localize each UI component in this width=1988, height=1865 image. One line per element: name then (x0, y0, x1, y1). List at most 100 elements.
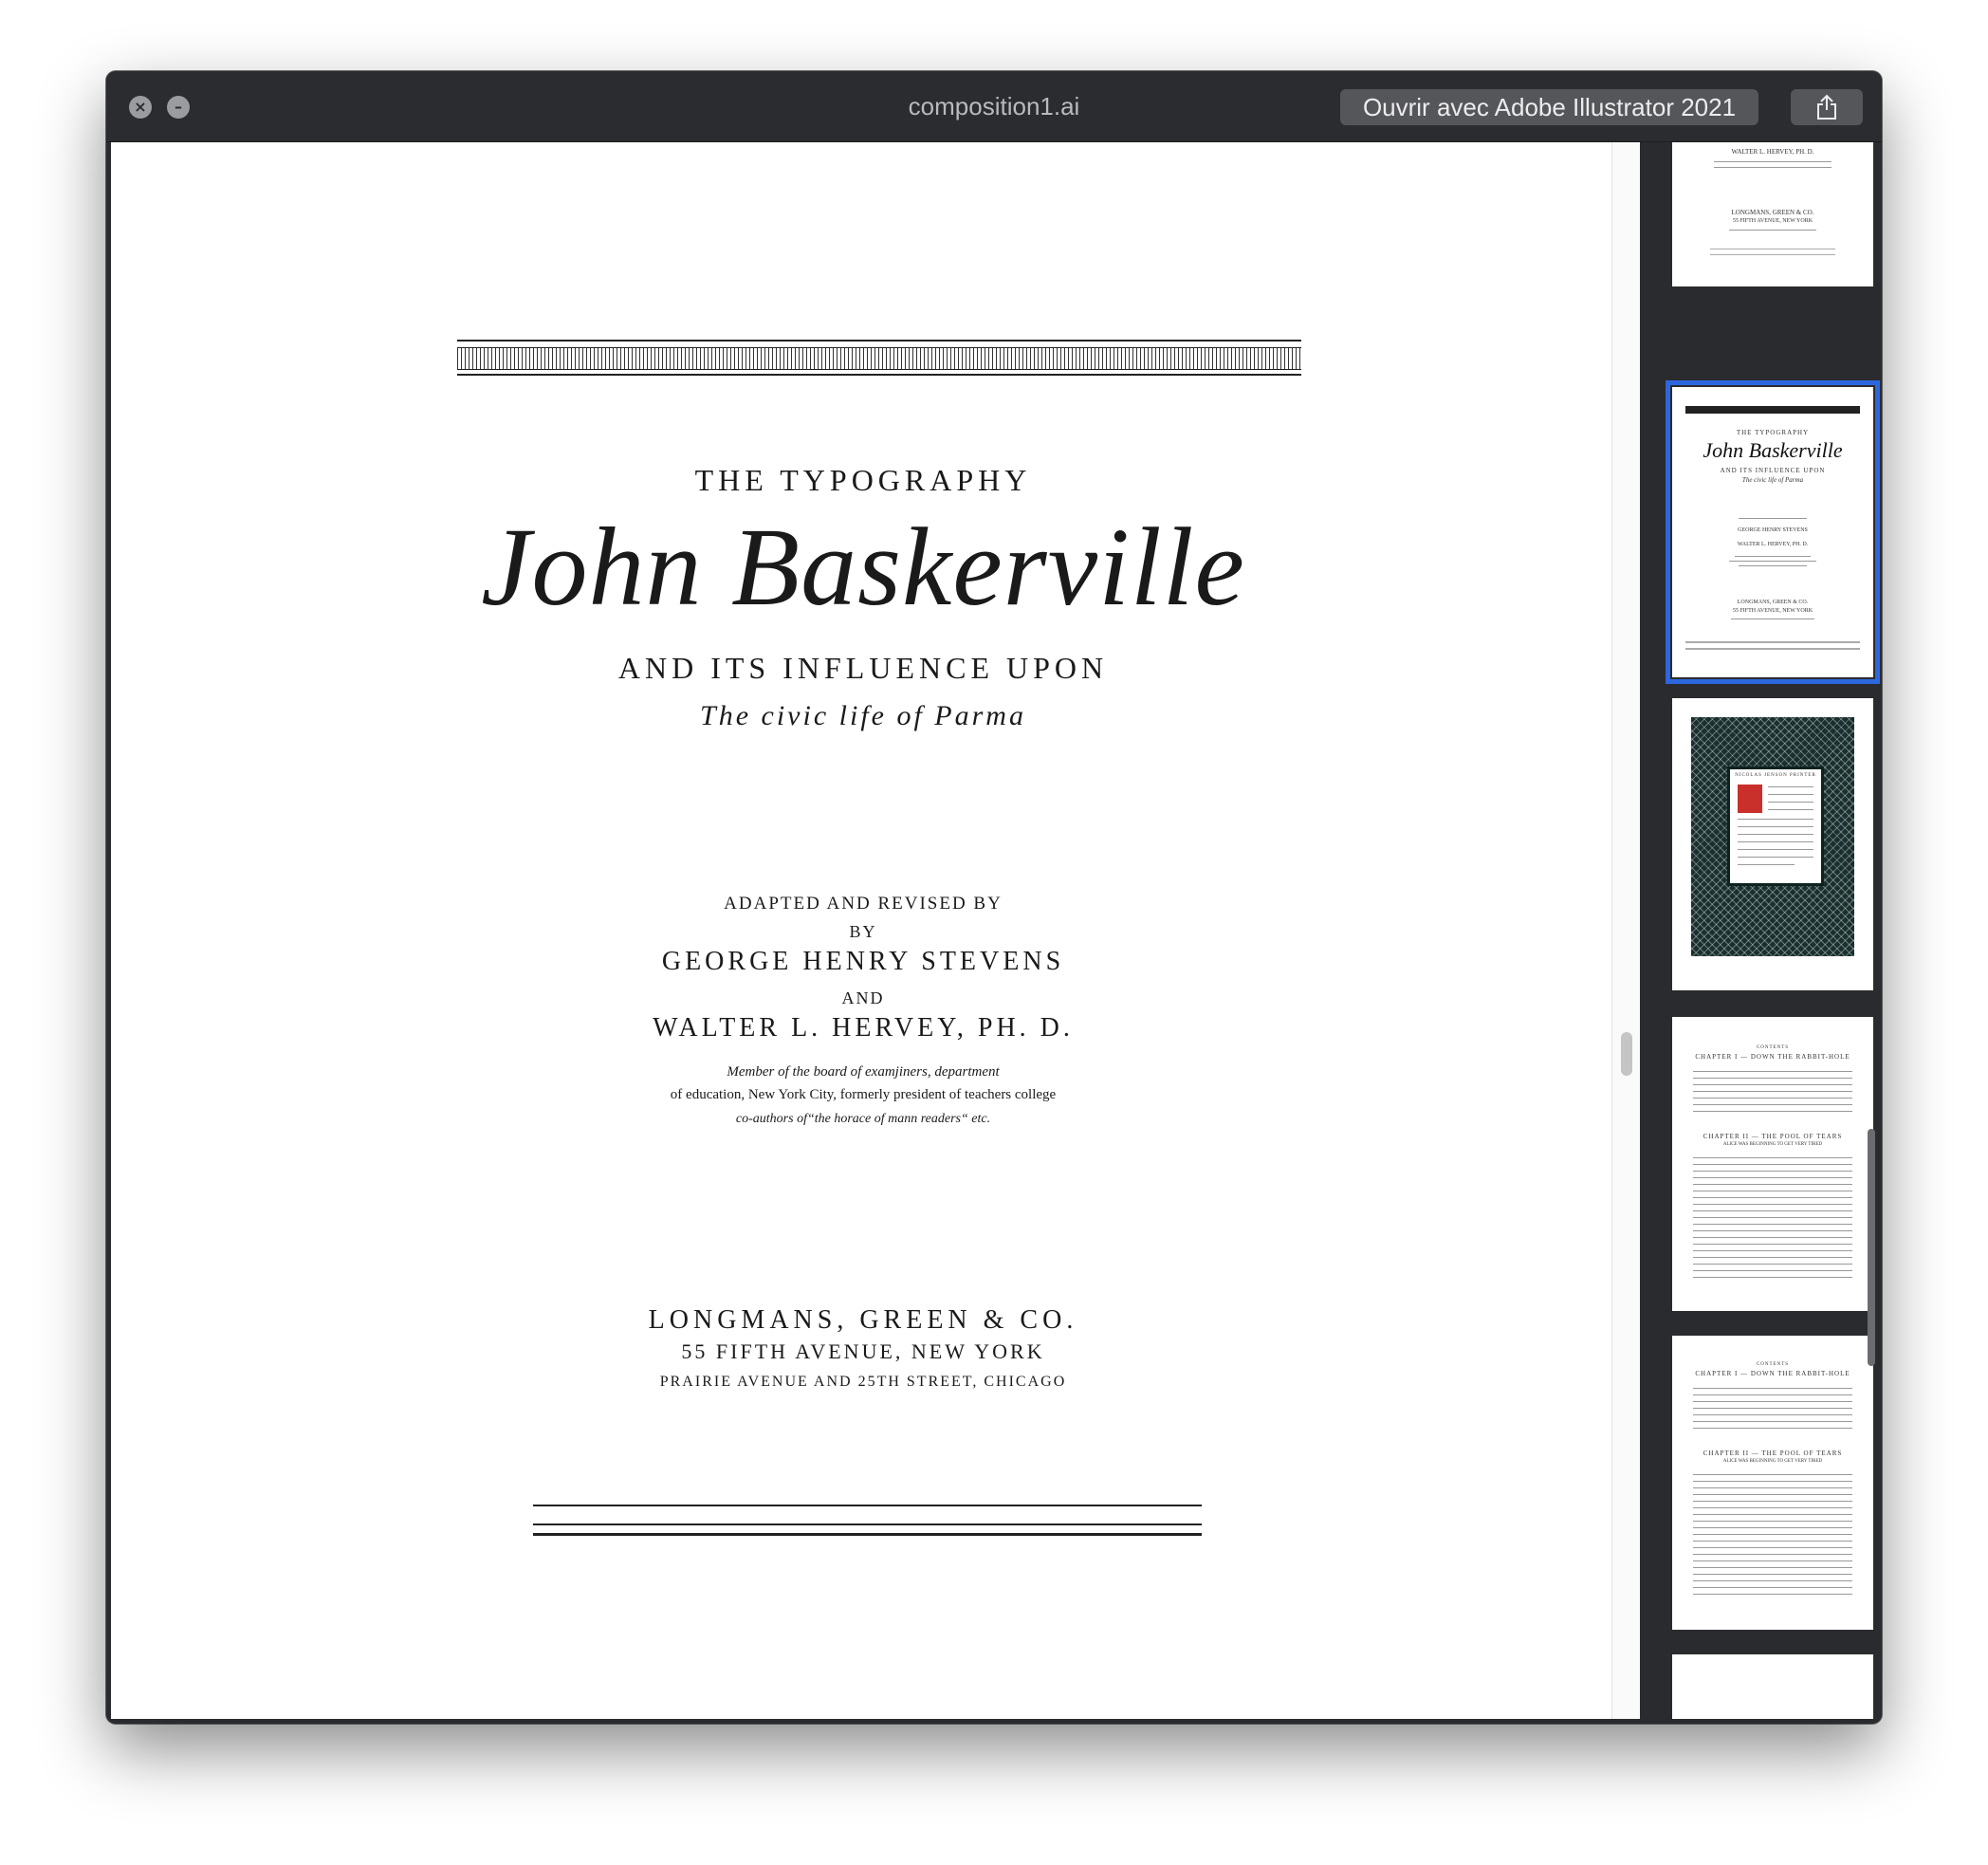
thumb-chapter-heading: CHAPTER I — DOWN THE RABBIT-HOLE (1695, 1053, 1850, 1061)
toc-entry (1693, 1250, 1852, 1251)
toc-entry (1693, 1078, 1852, 1079)
thumb-text: WALTER L. HERVEY, PH. D. (1737, 542, 1809, 547)
publisher-address-1: 55 FIFTH AVENUE, NEW YORK (681, 1339, 1045, 1363)
thumb-text: NICOLAS JENSON PRINTER (1735, 773, 1816, 778)
toc-entry (1693, 1487, 1852, 1488)
thumb-chapter-heading: CHAPTER II — THE POOL OF TEARS (1703, 1450, 1843, 1457)
thumb-text-line (1738, 857, 1813, 858)
thumb-text: LONGMANS, GREEN & CO. (1731, 209, 1814, 216)
close-icon[interactable]: × (129, 96, 152, 119)
author-description-1: Member of the board of examjiners, depar… (727, 1064, 1000, 1080)
toc-entry (1693, 1501, 1852, 1502)
toc-entry (1693, 1230, 1852, 1231)
toc-entry (1693, 1394, 1852, 1395)
page-thumbnail-1[interactable]: WALTER L. HERVEY, PH. D. LONGMANS, GREEN… (1672, 142, 1873, 286)
toc-entry (1693, 1534, 1852, 1535)
toc-entry (1693, 1257, 1852, 1258)
publisher-address-2: PRAIRIE AVENUE AND 25TH STREET, CHICAGO (659, 1374, 1067, 1390)
thumb-text-line (1735, 556, 1811, 557)
toc-entry (1693, 1197, 1852, 1198)
document-preview: THE TYPOGRAPHY John Baskerville AND ITS … (111, 142, 1615, 1719)
toc-entry (1693, 1084, 1852, 1085)
decorative-border-top (457, 340, 1301, 376)
thumb-rule (1685, 648, 1860, 650)
toc-entry (1693, 1210, 1852, 1211)
thumb-text: ALICE WAS BEGINNING TO GET VERY TIRED (1722, 1459, 1823, 1464)
toc-entry (1693, 1541, 1852, 1542)
toc-entry (1693, 1481, 1852, 1482)
author-1: GEORGE HENRY STEVENS (661, 947, 1065, 976)
author-description-2: of education, New York City, formerly pr… (670, 1087, 1057, 1102)
toc-entry (1693, 1277, 1852, 1278)
thumb-text-line (1768, 794, 1813, 795)
thumb-text: ALICE WAS BEGINNING TO GET VERY TIRED (1722, 1142, 1823, 1147)
open-with-illustrator-button[interactable]: Ouvrir avec Adobe Illustrator 2021 (1340, 89, 1758, 125)
toc-entry (1693, 1567, 1852, 1568)
toc-entry (1693, 1594, 1852, 1595)
title-line1: THE TYPOGRAPHY (694, 463, 1032, 497)
thumb-ornamental-border: NICOLAS JENSON PRINTER (1691, 717, 1854, 956)
page-thumbnails-sidebar: WALTER L. HERVEY, PH. D. LONGMANS, GREEN… (1640, 142, 1882, 1719)
thumb-text-line (1768, 802, 1813, 803)
subtitle: The civic life of Parma (700, 700, 1026, 731)
document-scroll-thumb[interactable] (1621, 1032, 1632, 1076)
share-button[interactable] (1791, 89, 1863, 125)
share-icon (1817, 94, 1836, 120)
toc-entry (1693, 1204, 1852, 1205)
page-thumbnail-5[interactable]: CONTENTS CHAPTER I — DOWN THE RABBIT-HOL… (1672, 1336, 1873, 1630)
thumb-chapter-heading: CHAPTER I — DOWN THE RABBIT-HOLE (1695, 1370, 1850, 1377)
toc-entry (1693, 1494, 1852, 1495)
minimize-icon[interactable]: – (167, 96, 190, 119)
thumb-text: LONGMANS, GREEN & CO. (1737, 600, 1809, 605)
thumb-text-line (1714, 167, 1832, 168)
thumb-text: WALTER L. HERVEY, PH. D. (1731, 148, 1814, 156)
decorative-rule (533, 1533, 1202, 1536)
page-thumbnail-4[interactable]: CONTENTS CHAPTER I — DOWN THE RABBIT-HOL… (1672, 1017, 1873, 1311)
and-label: AND (841, 988, 885, 1007)
thumb-text: CONTENTS (1756, 1362, 1790, 1367)
toc-entry (1693, 1104, 1852, 1105)
toc-entry (1693, 1071, 1852, 1072)
toc-entry (1693, 1408, 1852, 1409)
thumb-text-line (1729, 230, 1816, 231)
toc-entry (1693, 1421, 1852, 1422)
toc-entry (1693, 1547, 1852, 1548)
toc-entry (1693, 1414, 1852, 1415)
thumb-rule (1685, 641, 1860, 643)
toc-entry (1693, 1164, 1852, 1165)
thumb-text-line (1739, 518, 1807, 519)
toc-entry (1693, 1217, 1852, 1218)
toc-entry (1693, 1091, 1852, 1092)
thumb-decorative-border (1685, 406, 1860, 414)
document-scrollbar[interactable] (1611, 142, 1640, 1719)
toc-entry (1693, 1514, 1852, 1515)
author-description-3: co-authors of“the horace of mann readers… (735, 1112, 991, 1126)
sidebar-scroll-thumb[interactable] (1868, 1129, 1875, 1366)
author-2: WALTER L. HERVEY, PH. D. (653, 1013, 1074, 1043)
decorative-rule (533, 1505, 1202, 1506)
toc-entry (1693, 1401, 1852, 1402)
toc-entry (1693, 1111, 1852, 1112)
page-thumbnail-2[interactable]: THE TYPOGRAPHY John Baskerville AND ITS … (1666, 380, 1880, 684)
toc-entry (1693, 1574, 1852, 1575)
thumb-text-line (1738, 841, 1813, 842)
page-thumbnail-6[interactable] (1672, 1654, 1873, 1719)
toc-entry (1693, 1587, 1852, 1588)
publisher-name: LONGMANS, GREEN & CO. (648, 1305, 1078, 1335)
toc-entry (1693, 1388, 1852, 1389)
thumb-text: THE TYPOGRAPHY (1736, 429, 1810, 436)
toc-entry (1693, 1224, 1852, 1225)
quicklook-window: × – composition1.ai Ouvrir avec Adobe Il… (106, 71, 1882, 1724)
main-title: John Baskerville (481, 505, 1245, 629)
thumb-initial-capital (1738, 785, 1762, 813)
thumb-text-line (1714, 161, 1832, 162)
adapted-label: ADAPTED AND REVISED BY (724, 894, 1003, 914)
thumb-text: 55 FIFTH AVENUE, NEW YORK (1732, 608, 1813, 614)
title-line2: AND ITS INFLUENCE UPON (617, 651, 1109, 685)
title-bar: × – composition1.ai Ouvrir avec Adobe Il… (106, 71, 1882, 142)
thumb-title: John Baskerville (1703, 438, 1843, 462)
toc-entry (1693, 1428, 1852, 1429)
thumb-text-line (1729, 561, 1816, 562)
toc-entry (1693, 1507, 1852, 1508)
page-thumbnail-3[interactable]: NICOLAS JENSON PRINTER (1672, 698, 1873, 990)
